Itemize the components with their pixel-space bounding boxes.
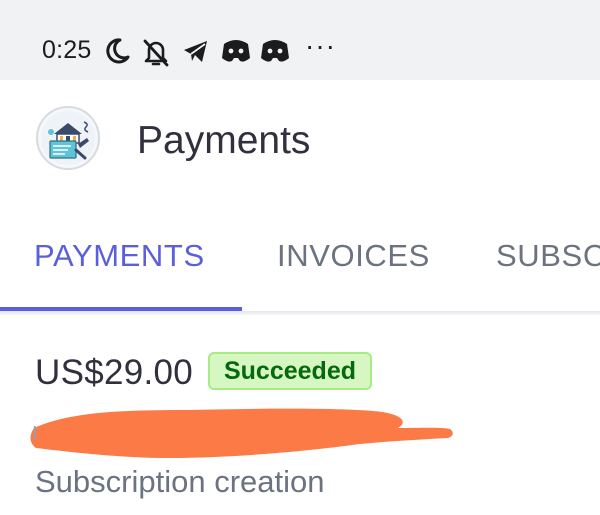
tab-subscriptions[interactable]: SUBSC bbox=[496, 238, 600, 274]
bell-off-icon bbox=[143, 39, 169, 67]
more-icon: ··· bbox=[305, 30, 336, 61]
svg-text:I: I bbox=[32, 423, 38, 445]
redaction-scribble: I bbox=[30, 408, 453, 458]
tabs-divider bbox=[0, 311, 600, 315]
payment-description: Subscription creation bbox=[35, 464, 325, 499]
logo-illustration-icon bbox=[41, 111, 95, 165]
payment-amount[interactable]: US$29.00 bbox=[35, 353, 193, 393]
status-time: 0:25 bbox=[42, 36, 92, 64]
telegram-icon bbox=[184, 41, 207, 62]
discord-icon bbox=[261, 40, 289, 62]
tab-invoices[interactable]: INVOICES bbox=[277, 238, 430, 274]
page-title: Payments bbox=[137, 119, 311, 162]
tab-payments[interactable]: PAYMENTS bbox=[34, 238, 205, 274]
discord-icon bbox=[222, 40, 250, 62]
moon-icon bbox=[106, 38, 130, 64]
status-badge: Succeeded bbox=[208, 352, 372, 390]
app-logo bbox=[36, 106, 100, 170]
